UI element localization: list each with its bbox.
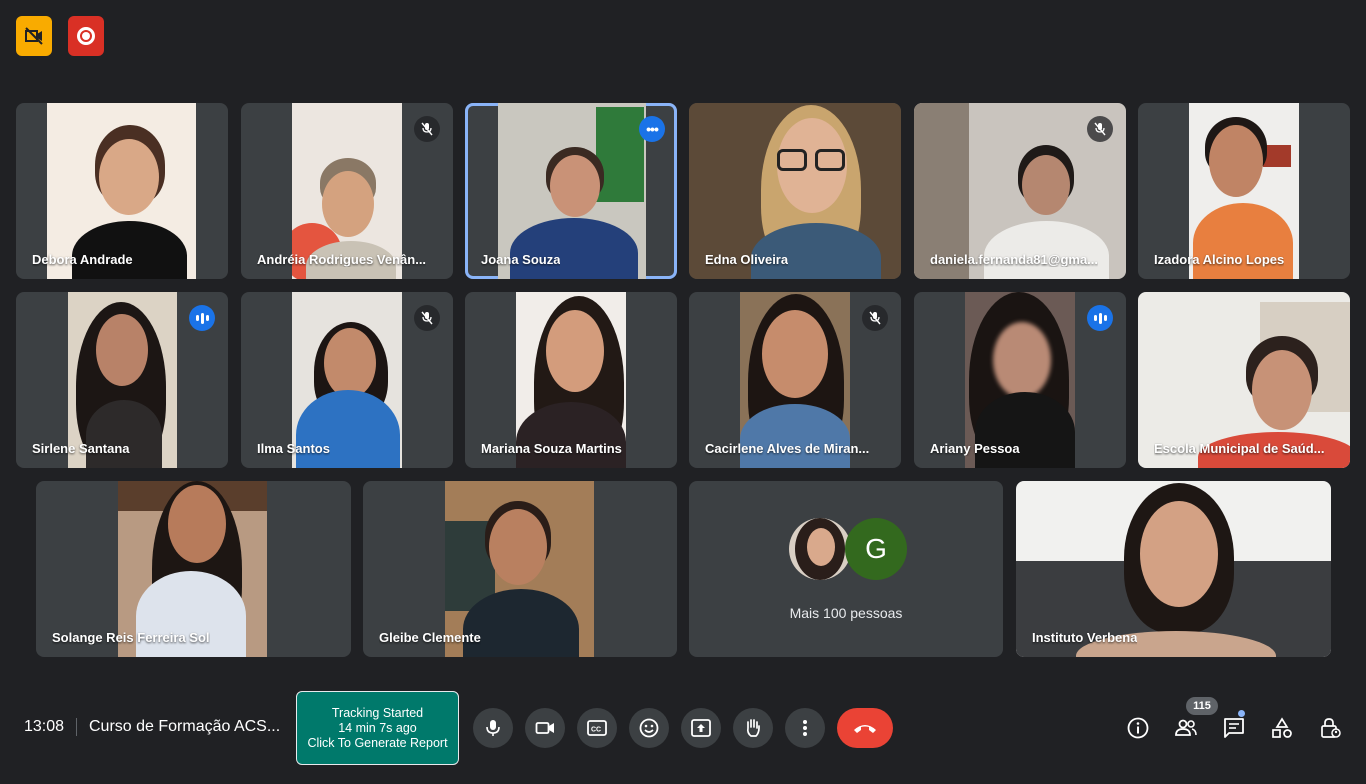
participant-tile[interactable]: Escola Municipal de Saúd... <box>1138 292 1350 468</box>
people-count-badge: 115 <box>1186 697 1218 715</box>
mic-off-icon <box>862 305 888 331</box>
chat-icon <box>1224 718 1244 738</box>
meeting-details-button[interactable] <box>1124 714 1152 742</box>
mic-off-icon <box>414 116 440 142</box>
participant-tile[interactable]: Sirlene Santana <box>16 292 228 468</box>
host-controls-button[interactable] <box>1316 714 1344 742</box>
participant-avatar <box>789 518 851 580</box>
participant-name: Escola Municipal de Saúd... <box>1154 441 1325 456</box>
participant-tile[interactable]: Debora Andrade <box>16 103 228 279</box>
meeting-title: Curso de Formação ACS... <box>89 718 281 735</box>
speaking-indicator-icon <box>189 305 215 331</box>
captions-icon: CC <box>587 720 607 736</box>
participant-name: Ariany Pessoa <box>930 441 1020 456</box>
leave-call-button[interactable] <box>837 708 893 748</box>
participant-name: daniela.fernanda81@gma... <box>930 252 1099 267</box>
more-options-icon[interactable]: ••• <box>639 116 665 142</box>
recording-badge[interactable] <box>68 16 104 56</box>
more-participants-label: Mais 100 pessoas <box>789 605 903 621</box>
camera-icon <box>535 722 554 734</box>
participant-tile[interactable]: Cacirlene Alves de Miran... <box>689 292 901 468</box>
participant-tile[interactable]: Izadora Alcino Lopes <box>1138 103 1350 279</box>
chat-button[interactable] <box>1220 714 1248 742</box>
participant-tile[interactable]: Ilma Santos <box>241 292 453 468</box>
more-participants-tile[interactable]: G Mais 100 pessoas <box>689 481 1003 657</box>
people-button[interactable] <box>1172 714 1200 742</box>
participant-name: Andréia Rodrigues Venân... <box>257 252 427 267</box>
hand-icon <box>746 719 760 737</box>
participant-tile[interactable]: Gleibe Clemente <box>363 481 677 657</box>
captions-button[interactable]: CC <box>577 708 617 748</box>
participant-name: Sirlene Santana <box>32 441 130 456</box>
participant-tile[interactable]: Edna Oliveira <box>689 103 901 279</box>
divider <box>76 718 77 736</box>
participant-name: Izadora Alcino Lopes <box>1154 252 1285 267</box>
participant-tile[interactable]: Ariany Pessoa <box>914 292 1126 468</box>
activities-button[interactable] <box>1268 714 1296 742</box>
tracking-report-button[interactable]: Tracking Started 14 min 7s ago Click To … <box>296 691 459 765</box>
tracking-action: Click To Generate Report <box>307 736 448 750</box>
camera-button[interactable] <box>525 708 565 748</box>
present-screen-icon <box>691 719 711 737</box>
raise-hand-button[interactable] <box>733 708 773 748</box>
camera-blocked-badge[interactable] <box>16 16 52 56</box>
participant-name: Gleibe Clemente <box>379 630 481 645</box>
mic-off-icon <box>414 305 440 331</box>
speaking-indicator-icon <box>1087 305 1113 331</box>
svg-text:CC: CC <box>591 727 601 734</box>
no-camera-icon <box>25 27 43 45</box>
participant-avatar: G <box>845 518 907 580</box>
participant-tile[interactable]: Mariana Souza Martins <box>465 292 677 468</box>
participant-name: Instituto Verbena <box>1032 630 1138 645</box>
present-screen-button[interactable] <box>681 708 721 748</box>
hang-up-icon <box>854 725 876 733</box>
participant-tile[interactable]: Solange Reis Ferreira Sol <box>36 481 351 657</box>
participant-name: Edna Oliveira <box>705 252 789 267</box>
meeting-clock: 13:08 <box>24 718 65 735</box>
more-options-button[interactable] <box>785 708 825 748</box>
more-vert-icon <box>803 720 807 736</box>
participant-name: Mariana Souza Martins <box>481 441 622 456</box>
participant-name: Joana Souza <box>481 252 561 267</box>
emoji-icon <box>639 718 659 738</box>
chat-notification-dot <box>1238 710 1245 717</box>
activities-icon <box>1272 717 1292 738</box>
reactions-button[interactable] <box>629 708 669 748</box>
participant-tile[interactable]: Instituto Verbena <box>1016 481 1331 657</box>
participant-tile[interactable]: ••• Joana Souza <box>465 103 677 279</box>
record-icon <box>77 27 95 45</box>
mic-off-icon <box>1087 116 1113 142</box>
info-icon <box>1127 717 1149 739</box>
participant-name: Debora Andrade <box>32 252 133 267</box>
people-icon <box>1175 719 1197 736</box>
lock-person-icon <box>1321 718 1341 738</box>
microphone-icon <box>486 720 500 736</box>
participant-name: Solange Reis Ferreira Sol <box>52 630 210 645</box>
tracking-status: Tracking Started <box>331 706 424 720</box>
participant-name: Ilma Santos <box>257 441 330 456</box>
microphone-button[interactable] <box>473 708 513 748</box>
participant-tile[interactable]: daniela.fernanda81@gma... <box>914 103 1126 279</box>
participant-tile[interactable]: Andréia Rodrigues Venân... <box>241 103 453 279</box>
tracking-elapsed: 14 min 7s ago <box>338 721 417 735</box>
participant-name: Cacirlene Alves de Miran... <box>705 441 870 456</box>
